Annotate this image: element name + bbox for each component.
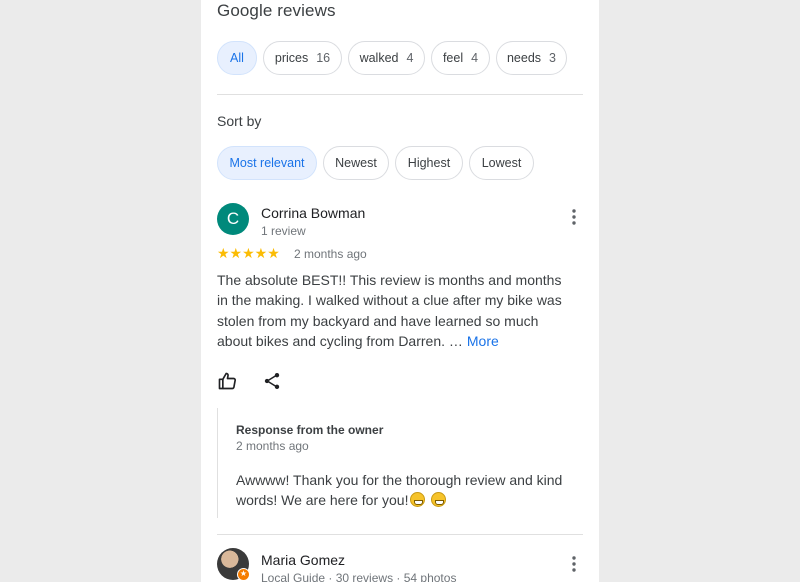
topic-label: prices — [274, 51, 309, 65]
sort-chip-most-relevant[interactable]: Most relevant — [217, 146, 317, 180]
topic-chip-all[interactable]: All — [217, 41, 257, 75]
more-vert-icon[interactable] — [566, 554, 582, 574]
topic-label: All — [230, 51, 244, 65]
grinning-face-emoji — [410, 492, 426, 507]
reviews-panel: Google reviews All prices 16 walked 4 feel… — [201, 0, 599, 582]
sort-option-label: Highest — [407, 156, 451, 170]
sort-chip-highest[interactable]: Highest — [395, 146, 463, 180]
topic-chip-feel[interactable]: feel 4 — [431, 41, 490, 75]
reviewer-avatar[interactable]: C — [217, 203, 249, 235]
avatar-initial: C — [226, 209, 240, 228]
topic-count: 4 — [471, 51, 479, 65]
owner-response-text: Awwww! Thank you for the thorough review… — [236, 470, 576, 510]
thumbs-up-icon[interactable] — [217, 371, 237, 391]
reviewer-meta: Local Guide · 30 reviews · 54 photos — [261, 571, 457, 582]
owner-response-body: Awwww! Thank you for the thorough review… — [236, 472, 563, 508]
local-guide-badge-icon: ★ — [237, 568, 250, 581]
section-title: Google reviews — [217, 1, 336, 20]
reviewer-name[interactable]: Corrina Bowman — [261, 205, 365, 221]
sort-option-label: Lowest — [481, 156, 522, 170]
topic-count: 16 — [316, 51, 331, 65]
review-body: The absolute BEST!! This review is month… — [217, 272, 562, 349]
star-rating: ★★★★★ — [217, 245, 280, 261]
more-link[interactable]: More — [467, 333, 499, 349]
share-icon[interactable] — [262, 371, 282, 391]
reviewer-meta: 1 review — [261, 224, 306, 238]
divider — [217, 94, 583, 95]
topic-chip-needs[interactable]: needs 3 — [496, 41, 567, 75]
owner-response-time: 2 months ago — [236, 439, 309, 453]
owner-response-title: Response from the owner — [236, 423, 384, 437]
topic-label: feel — [442, 51, 464, 65]
sort-option-label: Newest — [335, 156, 377, 170]
sort-chip-newest[interactable]: Newest — [323, 146, 389, 180]
topic-label: needs — [506, 51, 542, 65]
reviewer-avatar[interactable]: ★ — [217, 548, 250, 581]
topic-count: 3 — [549, 51, 556, 65]
sort-label: Sort by — [217, 113, 262, 129]
topic-chip-walked[interactable]: walked 4 — [348, 41, 425, 75]
owner-response: Response from the owner 2 months ago Aww… — [217, 408, 584, 518]
topic-chip-prices[interactable]: prices 16 — [263, 41, 342, 75]
sort-chip-lowest[interactable]: Lowest — [469, 146, 534, 180]
sort-option-label: Most relevant — [229, 156, 305, 170]
review-time: 2 months ago — [294, 247, 367, 261]
topic-label: walked — [359, 51, 399, 65]
review-text: The absolute BEST!! This review is month… — [217, 270, 567, 351]
more-vert-icon[interactable] — [566, 207, 582, 227]
topic-count: 4 — [406, 51, 414, 65]
grinning-face-emoji — [431, 492, 447, 507]
divider — [217, 534, 583, 535]
reviewer-name[interactable]: Maria Gomez — [261, 552, 345, 568]
